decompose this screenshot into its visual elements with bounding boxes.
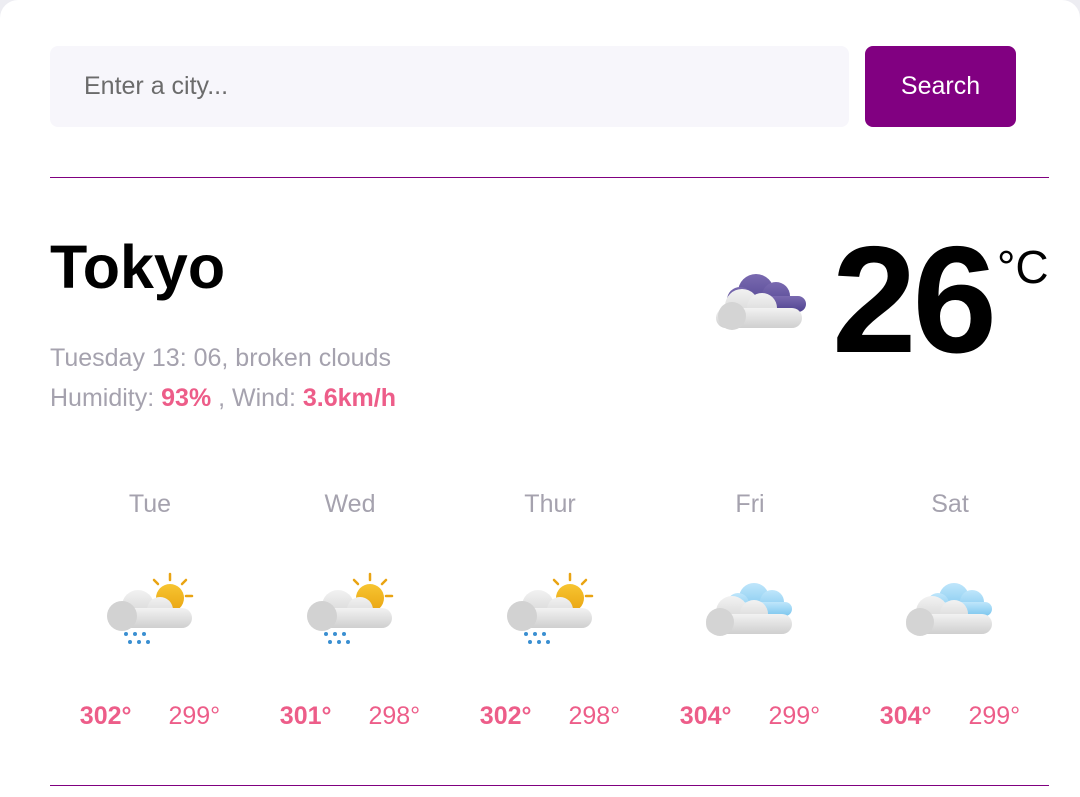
bottom-divider: [50, 785, 1049, 786]
forecast-min-temp: 299°: [968, 702, 1021, 730]
forecast-day-name: Wed: [324, 490, 376, 518]
humidity-value: 93%: [161, 384, 212, 412]
forecast-max-temp: 301°: [279, 702, 332, 730]
forecast-day: Sat 304° 299°: [850, 490, 1050, 740]
weather-card: Search Tokyo Tuesday 13: 06, broken clou…: [0, 0, 1080, 797]
forecast-temps: 304° 299°: [650, 702, 850, 731]
search-bar: Search: [50, 46, 1016, 127]
forecast-day-name: Sat: [931, 490, 969, 518]
forecast-day-name: Tue: [128, 490, 172, 518]
weather-details: Tuesday 13: 06, broken clouds Humidity: …: [50, 338, 396, 418]
forecast-min-temp: 299°: [768, 702, 821, 730]
forecast-temps: 302° 298°: [450, 702, 650, 731]
sun-rain-cloud-icon: [302, 572, 398, 657]
forecast-max-temp: 302°: [79, 702, 132, 730]
sun-rain-cloud-icon: [502, 572, 598, 657]
wind-value: 3.6km/h: [302, 384, 396, 412]
top-divider: [50, 177, 1049, 178]
wind-label: , Wind:: [218, 384, 296, 412]
forecast-min-temp: 298°: [368, 702, 421, 730]
forecast-temps: 304° 299°: [850, 702, 1050, 731]
forecast-day-name: Thur: [524, 490, 576, 518]
forecast-temps: 302° 299°: [50, 702, 250, 731]
forecast-day: Wed 301° 298°: [250, 490, 450, 740]
forecast-max-temp: 304°: [679, 702, 732, 730]
search-button[interactable]: Search: [865, 46, 1016, 127]
forecast-max-temp: 304°: [879, 702, 932, 730]
forecast-min-temp: 298°: [568, 702, 621, 730]
humidity-wind-line: Humidity: 93% , Wind: 3.6km/h: [50, 378, 396, 418]
city-search-input[interactable]: [50, 46, 849, 127]
forecast-day-name: Fri: [735, 490, 765, 518]
forecast-day: Tue 302° 299°: [50, 490, 250, 740]
datetime-description: Tuesday 13: 06, broken clouds: [50, 344, 391, 372]
current-temperature: 26: [832, 215, 997, 385]
forecast-day: Thur 302° 298°: [450, 490, 650, 740]
forecast-min-temp: 299°: [168, 702, 221, 730]
sun-rain-cloud-icon: [102, 572, 198, 657]
city-name: Tokyo: [50, 233, 226, 301]
forecast-temps: 301° 298°: [250, 702, 450, 731]
clouds-icon: [702, 572, 798, 657]
temperature-unit: °C: [997, 241, 1049, 293]
forecast-day: Fri 304° 299°: [650, 490, 850, 740]
forecast-row: Tue 302° 299° Wed 301° 298° Thur 302° 29…: [50, 490, 1050, 740]
broken-clouds-icon: [712, 266, 808, 337]
clouds-icon: [902, 572, 998, 657]
humidity-label: Humidity:: [50, 384, 155, 412]
forecast-max-temp: 302°: [479, 702, 532, 730]
